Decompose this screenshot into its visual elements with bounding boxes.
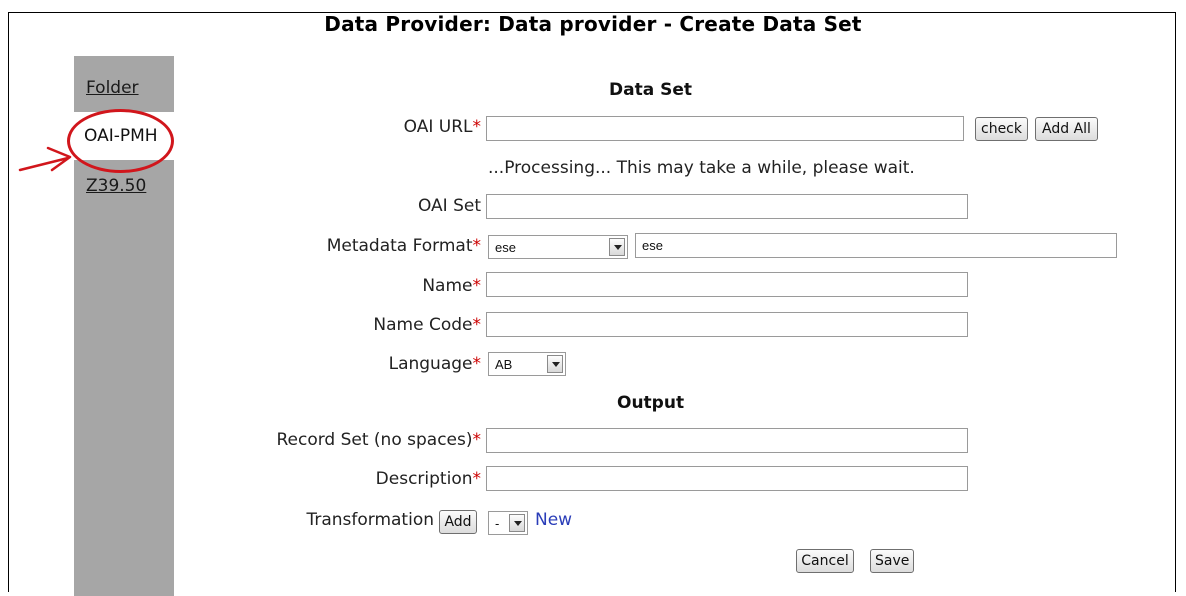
record-set-label: Record Set (no spaces)* [276,430,481,450]
required-mark: * [472,315,482,335]
dialog-frame [8,12,1176,592]
chevron-down-icon[interactable] [547,355,563,373]
new-transformation-link[interactable]: New [535,510,572,530]
section-heading-data-set: Data Set [609,80,692,100]
name-code-label: Name Code* [373,315,481,335]
language-label: Language* [389,354,481,374]
required-mark: * [472,276,482,296]
required-mark: * [472,117,482,137]
add-transformation-button[interactable]: Add [439,510,477,534]
section-heading-output: Output [617,393,685,413]
check-button[interactable]: check [975,117,1028,141]
annotation-arrow-icon [18,146,72,172]
select-value: ese [495,240,516,255]
metadata-format-input[interactable] [635,233,1117,258]
select-value: AB [495,357,513,372]
sidebar-item-z3950[interactable]: Z39.50 [86,176,146,196]
annotation-circle [67,109,174,173]
select-value: - [495,516,500,531]
label-text: OAI URL [403,117,473,137]
page-title: Data Provider: Data provider - Create Da… [324,12,862,36]
metadata-format-select[interactable]: ese [488,235,628,259]
label-text: Name [422,276,473,296]
metadata-format-label: Metadata Format* [327,236,481,256]
required-mark: * [472,236,482,256]
required-mark: * [472,430,482,450]
oai-set-label: OAI Set [417,196,481,216]
label-text: Metadata Format [326,236,473,256]
save-button[interactable]: Save [870,549,914,573]
required-mark: * [472,354,482,374]
label-text: Record Set (no spaces) [276,430,473,450]
label-text: Language [388,354,473,374]
language-select[interactable]: AB [488,352,566,376]
add-all-button[interactable]: Add All [1035,117,1098,141]
record-set-input[interactable] [486,428,968,453]
chevron-down-icon[interactable] [509,514,525,532]
required-mark: * [472,469,482,489]
oai-url-input[interactable] [486,116,964,141]
processing-status: ...Processing... This may take a while, … [488,158,915,178]
oai-set-input[interactable] [486,194,968,219]
name-label: Name* [422,276,481,296]
label-text: Name Code [373,315,473,335]
description-label: Description* [376,469,481,489]
sidebar-item-folder[interactable]: Folder [86,78,139,98]
chevron-down-icon[interactable] [609,238,625,256]
oai-url-label: OAI URL* [404,117,481,137]
description-input[interactable] [486,466,968,491]
label-text: Description [375,469,473,489]
transformation-select[interactable]: - [488,511,528,535]
cancel-button[interactable]: Cancel [796,549,854,573]
transformation-label: Transformation [306,510,434,530]
name-input[interactable] [486,272,968,297]
name-code-input[interactable] [486,312,968,337]
